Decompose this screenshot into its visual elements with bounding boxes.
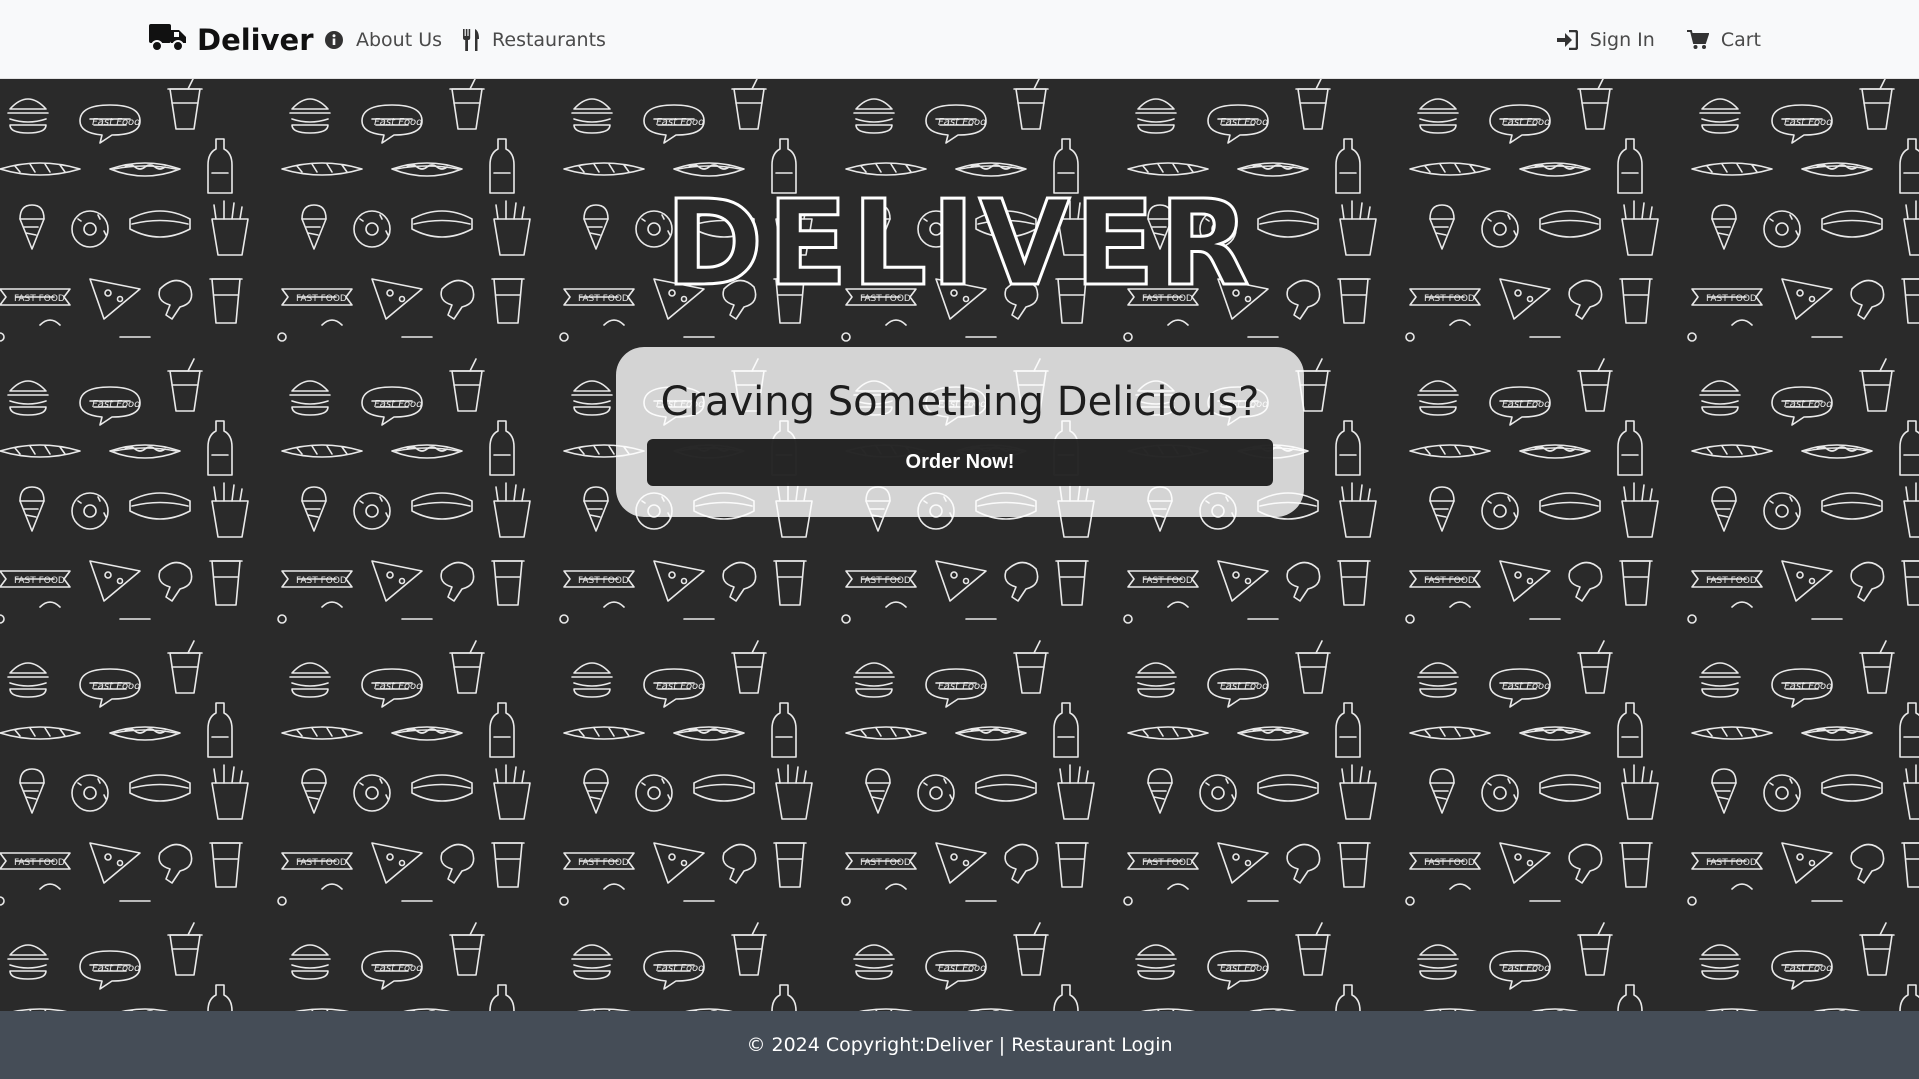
truck-icon [149, 22, 187, 57]
nav-restaurants-label: Restaurants [492, 28, 606, 51]
nav-cart-label: Cart [1720, 28, 1761, 51]
brand-link[interactable]: Deliver [149, 0, 314, 79]
nav-right: Sign In Cart [1556, 0, 1761, 79]
nav-left: About Us Restaurants [324, 0, 606, 79]
utensils-icon [462, 28, 480, 51]
promo-heading: Craving Something Delicious? [660, 379, 1260, 425]
order-now-button[interactable]: Order Now! [647, 439, 1273, 486]
sign-in-icon [1556, 29, 1578, 50]
nav-restaurants[interactable]: Restaurants [462, 28, 606, 51]
nav-sign-in[interactable]: Sign In [1556, 29, 1655, 51]
hero-title: DELIVER [664, 173, 1254, 314]
nav-cart[interactable]: Cart [1686, 28, 1761, 51]
footer-copyright: © 2024 Copyright: [746, 1034, 926, 1056]
footer-brand-link[interactable]: Deliver [925, 1034, 993, 1056]
navbar: Deliver About Us Restaurants Sign In Car… [0, 0, 1919, 79]
info-circle-icon [324, 30, 344, 50]
nav-sign-in-label: Sign In [1589, 28, 1655, 51]
footer: © 2024 Copyright: Deliver | Restaurant L… [0, 1011, 1919, 1079]
footer-separator: | [992, 1034, 1012, 1056]
nav-about-us[interactable]: About Us [324, 29, 442, 51]
brand-name: Deliver [197, 22, 314, 57]
cart-icon [1686, 29, 1709, 50]
nav-about-us-label: About Us [356, 28, 443, 51]
footer-restaurant-login-link[interactable]: Restaurant Login [1011, 1034, 1172, 1056]
hero-section: Fast Food FAST FOOD DELIVER Craving Some… [0, 79, 1919, 1011]
promo-card: Craving Something Delicious? Order Now! [616, 347, 1304, 517]
